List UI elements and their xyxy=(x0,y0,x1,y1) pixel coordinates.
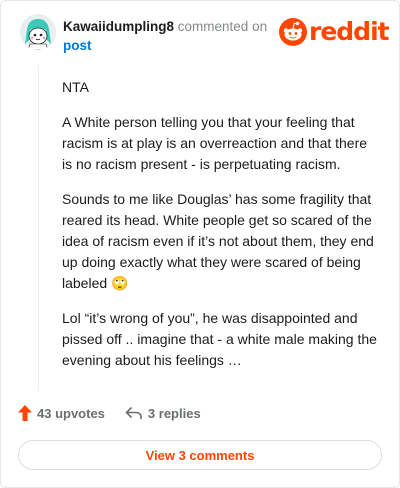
snoo-avatar-icon xyxy=(20,14,56,50)
comment-paragraph: Sounds to me like Douglas’ has some frag… xyxy=(62,191,374,291)
upvote-arrow-icon xyxy=(18,405,32,421)
post-link[interactable]: post xyxy=(63,38,92,53)
comment-body: NTA A White person telling you that your… xyxy=(62,77,380,385)
avatar[interactable] xyxy=(20,14,56,50)
reddit-logo[interactable]: reddit xyxy=(279,17,390,47)
author-username[interactable]: Kawaiidumpling8 xyxy=(63,19,174,34)
reddit-wordmark: reddit xyxy=(309,17,390,46)
thread-line[interactable] xyxy=(38,65,39,391)
replies-count: 3 replies xyxy=(147,405,201,421)
comment-paragraph: Lol “it’s wrong of you”, he was disappoi… xyxy=(62,310,377,368)
comment-paragraph: NTA xyxy=(62,79,89,95)
reddit-alien-icon xyxy=(279,18,307,46)
comment-card: Kawaiidumpling8 commented on post reddit… xyxy=(0,0,400,488)
upvote-count: 43 upvotes xyxy=(37,405,105,421)
view-comments-button[interactable]: View 3 comments xyxy=(18,440,382,470)
replies-button[interactable]: 3 replies xyxy=(125,406,201,421)
reply-arrow-icon xyxy=(125,407,142,420)
upvote-button[interactable]: 43 upvotes xyxy=(18,405,105,421)
comment-header: Kawaiidumpling8 commented on post xyxy=(63,17,267,55)
comment-actions: 43 upvotes 3 replies xyxy=(18,405,201,421)
action-text: commented on xyxy=(177,19,268,34)
comment-paragraph: A White person telling you that your fee… xyxy=(62,114,368,172)
